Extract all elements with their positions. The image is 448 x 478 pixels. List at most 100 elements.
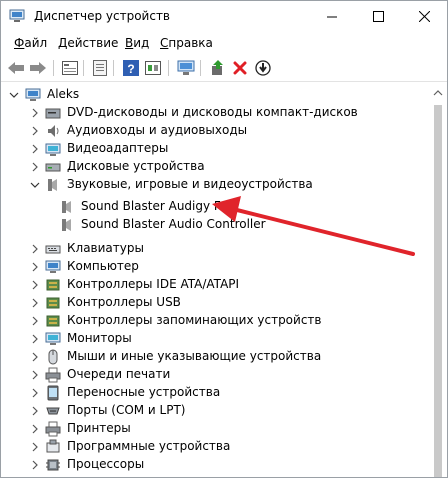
- tree-item-sound[interactable]: Звуковые, игровые и видеоустройства: [1, 176, 429, 194]
- speaker-icon: [59, 217, 75, 233]
- speaker-icon: [59, 199, 75, 215]
- chevron-right-icon[interactable]: [28, 386, 42, 400]
- show-hidden-icon[interactable]: [60, 58, 80, 78]
- svg-text:?: ?: [127, 62, 134, 76]
- toolbar-separator: [200, 60, 201, 76]
- tree-item-label: Дисковые устройства: [67, 159, 205, 173]
- back-icon[interactable]: [6, 58, 26, 78]
- forward-icon[interactable]: [28, 58, 48, 78]
- chevron-right-icon[interactable]: [28, 142, 42, 156]
- chevron-right-icon[interactable]: [28, 368, 42, 382]
- maximize-button[interactable]: [355, 1, 401, 32]
- tree-item-mice[interactable]: Мыши и иные указывающие устройства: [1, 348, 429, 366]
- dvd-drive-icon: [45, 105, 61, 121]
- print-queue-icon: [45, 367, 61, 383]
- tree-subitem-label: Sound Blaster Audio Controller: [81, 217, 266, 231]
- chevron-down-icon[interactable]: [28, 178, 42, 192]
- software-device-icon: [45, 439, 61, 455]
- tree-item-label: Аудиовходы и аудиовыходы: [67, 123, 248, 137]
- tree-item-label: Очереди печати: [67, 367, 171, 381]
- minimize-button[interactable]: [309, 1, 355, 32]
- chevron-right-icon[interactable]: [28, 404, 42, 418]
- toolbar: ?: [1, 56, 447, 82]
- tree-item-keyboards[interactable]: Клавиатуры: [1, 240, 429, 258]
- menu-file[interactable]: Файл: [14, 36, 47, 50]
- tree-item-label: Программные устройства: [67, 439, 231, 453]
- disable-icon[interactable]: [253, 58, 273, 78]
- tree-item-printers[interactable]: Принтеры: [1, 420, 429, 438]
- tree-item-label: Переносные устройства: [67, 385, 221, 399]
- keyboard-icon: [45, 241, 61, 257]
- toolbar-separator: [113, 60, 114, 76]
- device-tree[interactable]: Aleks DVD-дисководы и дисководы компакт-…: [1, 83, 429, 477]
- chevron-right-icon[interactable]: [28, 160, 42, 174]
- chevron-right-icon[interactable]: [28, 278, 42, 292]
- chevron-right-icon[interactable]: [28, 422, 42, 436]
- tree-root-label: Aleks: [47, 87, 80, 101]
- chevron-right-icon[interactable]: [28, 242, 42, 256]
- tree-item-monitors[interactable]: Мониторы: [1, 330, 429, 348]
- tree-item-display-adapters[interactable]: Видеоадаптеры: [1, 140, 429, 158]
- menu-action[interactable]: Действие: [58, 36, 118, 50]
- window-title: Диспетчер устройств: [34, 9, 171, 23]
- action-pane-icon[interactable]: [143, 58, 163, 78]
- tree-item-processors[interactable]: Процессоры: [1, 456, 429, 474]
- chevron-right-icon[interactable]: [28, 106, 42, 120]
- chevron-right-icon[interactable]: [28, 314, 42, 328]
- properties-icon[interactable]: [90, 58, 110, 78]
- tree-item-label: Процессоры: [67, 457, 145, 471]
- tree-root[interactable]: Aleks: [1, 86, 429, 104]
- tree-subitem-audio-controller[interactable]: Sound Blaster Audio Controller: [1, 216, 429, 234]
- monitor-scan-icon[interactable]: [176, 58, 196, 78]
- tree-item-usb[interactable]: Контроллеры USB: [1, 294, 429, 312]
- tree-item-disk-drives[interactable]: Дисковые устройства: [1, 158, 429, 176]
- chevron-right-icon[interactable]: [28, 332, 42, 346]
- audio-io-icon: [45, 123, 61, 139]
- port-icon: [45, 403, 61, 419]
- uninstall-icon[interactable]: [230, 58, 250, 78]
- tree-item-label: Мониторы: [67, 331, 132, 345]
- printer-icon: [45, 421, 61, 437]
- display-adapter-icon: [45, 141, 61, 157]
- scrollbar-thumb[interactable]: [434, 105, 442, 477]
- chevron-right-icon[interactable]: [28, 260, 42, 274]
- chevron-down-icon[interactable]: [7, 88, 21, 102]
- chevron-right-icon[interactable]: [28, 350, 42, 364]
- update-driver-icon[interactable]: [208, 58, 228, 78]
- tree-item-label: Принтеры: [67, 421, 131, 435]
- tree-subitem-label: Sound Blaster Audigy Fx: [81, 199, 228, 213]
- tree-item-label: Мыши и иные указывающие устройства: [67, 349, 322, 363]
- tree-subitem-audigy[interactable]: Sound Blaster Audigy Fx: [1, 198, 429, 216]
- monitor-icon: [45, 331, 61, 347]
- computer-icon: [45, 259, 61, 275]
- tree-item-computer[interactable]: Компьютер: [1, 258, 429, 276]
- tree-item-label: Компьютер: [67, 259, 139, 273]
- chevron-right-icon[interactable]: [28, 124, 42, 138]
- chevron-right-icon[interactable]: [28, 458, 42, 472]
- tree-item-storage-controllers[interactable]: Контроллеры запоминающих устройств: [1, 312, 429, 330]
- tree-item-label: Порты (COM и LPT): [67, 403, 186, 417]
- close-button[interactable]: [401, 1, 447, 32]
- tree-item-software-devices[interactable]: Программные устройства: [1, 438, 429, 456]
- tree-item-ports[interactable]: Порты (COM и LPT): [1, 402, 429, 420]
- tree-item-label: Контроллеры USB: [67, 295, 181, 309]
- sound-icon: [45, 177, 61, 193]
- vertical-scrollbar[interactable]: [429, 83, 447, 477]
- tree-item-dvd[interactable]: DVD-дисководы и дисководы компакт-дисков: [1, 104, 429, 122]
- tree-item-portable[interactable]: Переносные устройства: [1, 384, 429, 402]
- title-bar[interactable]: Диспетчер устройств: [1, 1, 447, 32]
- chevron-right-icon[interactable]: [28, 296, 42, 310]
- toolbar-separator: [168, 60, 169, 76]
- menu-bar: Файл Действие Вид Справка: [1, 34, 447, 54]
- menu-help[interactable]: Справка: [160, 36, 213, 50]
- tree-item-print-queues[interactable]: Очереди печати: [1, 366, 429, 384]
- chevron-right-icon[interactable]: [28, 440, 42, 454]
- computer-icon: [25, 87, 41, 103]
- tree-item-audio-io[interactable]: Аудиовходы и аудиовыходы: [1, 122, 429, 140]
- menu-view[interactable]: Вид: [125, 36, 149, 50]
- tree-item-label: Контроллеры запоминающих устройств: [67, 313, 322, 327]
- scroll-up-icon[interactable]: [429, 85, 447, 101]
- tree-item-ide[interactable]: Контроллеры IDE ATA/ATAPI: [1, 276, 429, 294]
- tree-item-label: Контроллеры IDE ATA/ATAPI: [67, 277, 240, 291]
- help-icon[interactable]: ?: [121, 58, 141, 78]
